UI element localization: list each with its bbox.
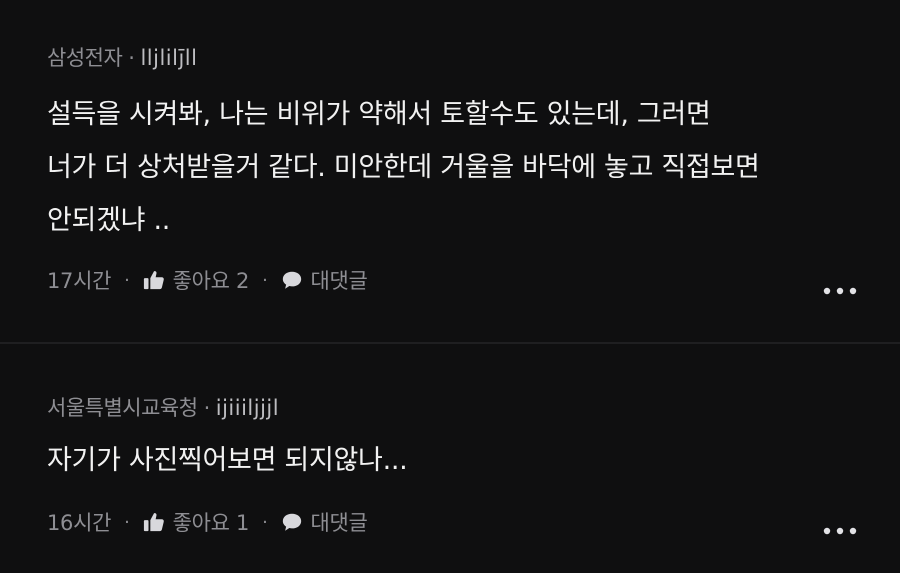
comment-line: 안되겠냐 .. — [47, 205, 171, 236]
comment-time: 16시간 — [47, 511, 112, 535]
comment-divider — [0, 342, 900, 344]
more-dots-icon[interactable] — [821, 281, 861, 301]
thumbs-up-icon — [143, 271, 164, 290]
comment-item: 삼성전자 · lljlilj̄ll 설득을 시켜봐, 나는 비위가 약해서 토할수도… — [0, 0, 900, 343]
comment-actions: 17시간 · 좋아요 2 · 대댓글 — [47, 265, 368, 295]
reply-label: 대댓글 — [310, 511, 368, 535]
meta-separator: · — [128, 46, 135, 70]
thumbs-up-icon — [143, 513, 164, 532]
comment-nickname: lljlilj̄ll — [140, 46, 198, 70]
like-label: 좋아요 2 — [172, 269, 250, 293]
like-button[interactable]: 좋아요 1 — [143, 507, 250, 537]
action-separator: · — [262, 511, 268, 533]
comment-nickname: ijiiiljjjl — [215, 396, 280, 420]
comment-text: 설득을 시켜봐, 나는 비위가 약해서 토할수도 있는데, 그러면 너가 더 상… — [47, 88, 760, 247]
like-label: 좋아요 1 — [172, 511, 250, 535]
comment-author: 서울특별시교육청 — [47, 396, 198, 420]
comment-actions: 16시간 · 좋아요 1 · 대댓글 — [47, 507, 368, 537]
like-button[interactable]: 좋아요 2 — [143, 265, 250, 295]
action-separator: · — [124, 269, 130, 291]
action-separator: · — [124, 511, 130, 533]
more-dots-icon[interactable] — [821, 521, 861, 541]
reply-button[interactable]: 대댓글 — [281, 507, 368, 537]
comment-line: 너가 더 상처받을거 같다. 미안한데 거울을 바닥에 놓고 직접보면 — [47, 152, 760, 183]
speech-bubble-icon — [282, 271, 301, 289]
comment-line: 설득을 시켜봐, 나는 비위가 약해서 토할수도 있는데, 그러면 — [47, 99, 711, 130]
comment-meta: 서울특별시교육청 · ijiiiljjjl — [47, 392, 279, 422]
meta-separator: · — [203, 396, 211, 420]
reply-button[interactable]: 대댓글 — [281, 265, 368, 295]
comment-item: 서울특별시교육청 · ijiiiljjjl 자기가 사진찍어보면 되지않나... 1… — [0, 345, 900, 573]
action-separator: · — [262, 269, 268, 291]
comment-text: 자기가 사진찍어보면 되지않나... — [47, 434, 408, 487]
comment-meta: 삼성전자 · lljlilj̄ll — [47, 42, 197, 72]
comment-author: 삼성전자 — [47, 46, 123, 70]
reply-label: 대댓글 — [310, 269, 368, 293]
comment-time: 17시간 — [47, 269, 112, 293]
speech-bubble-icon — [282, 513, 301, 531]
comment-line: 자기가 사진찍어보면 되지않나... — [47, 445, 408, 476]
